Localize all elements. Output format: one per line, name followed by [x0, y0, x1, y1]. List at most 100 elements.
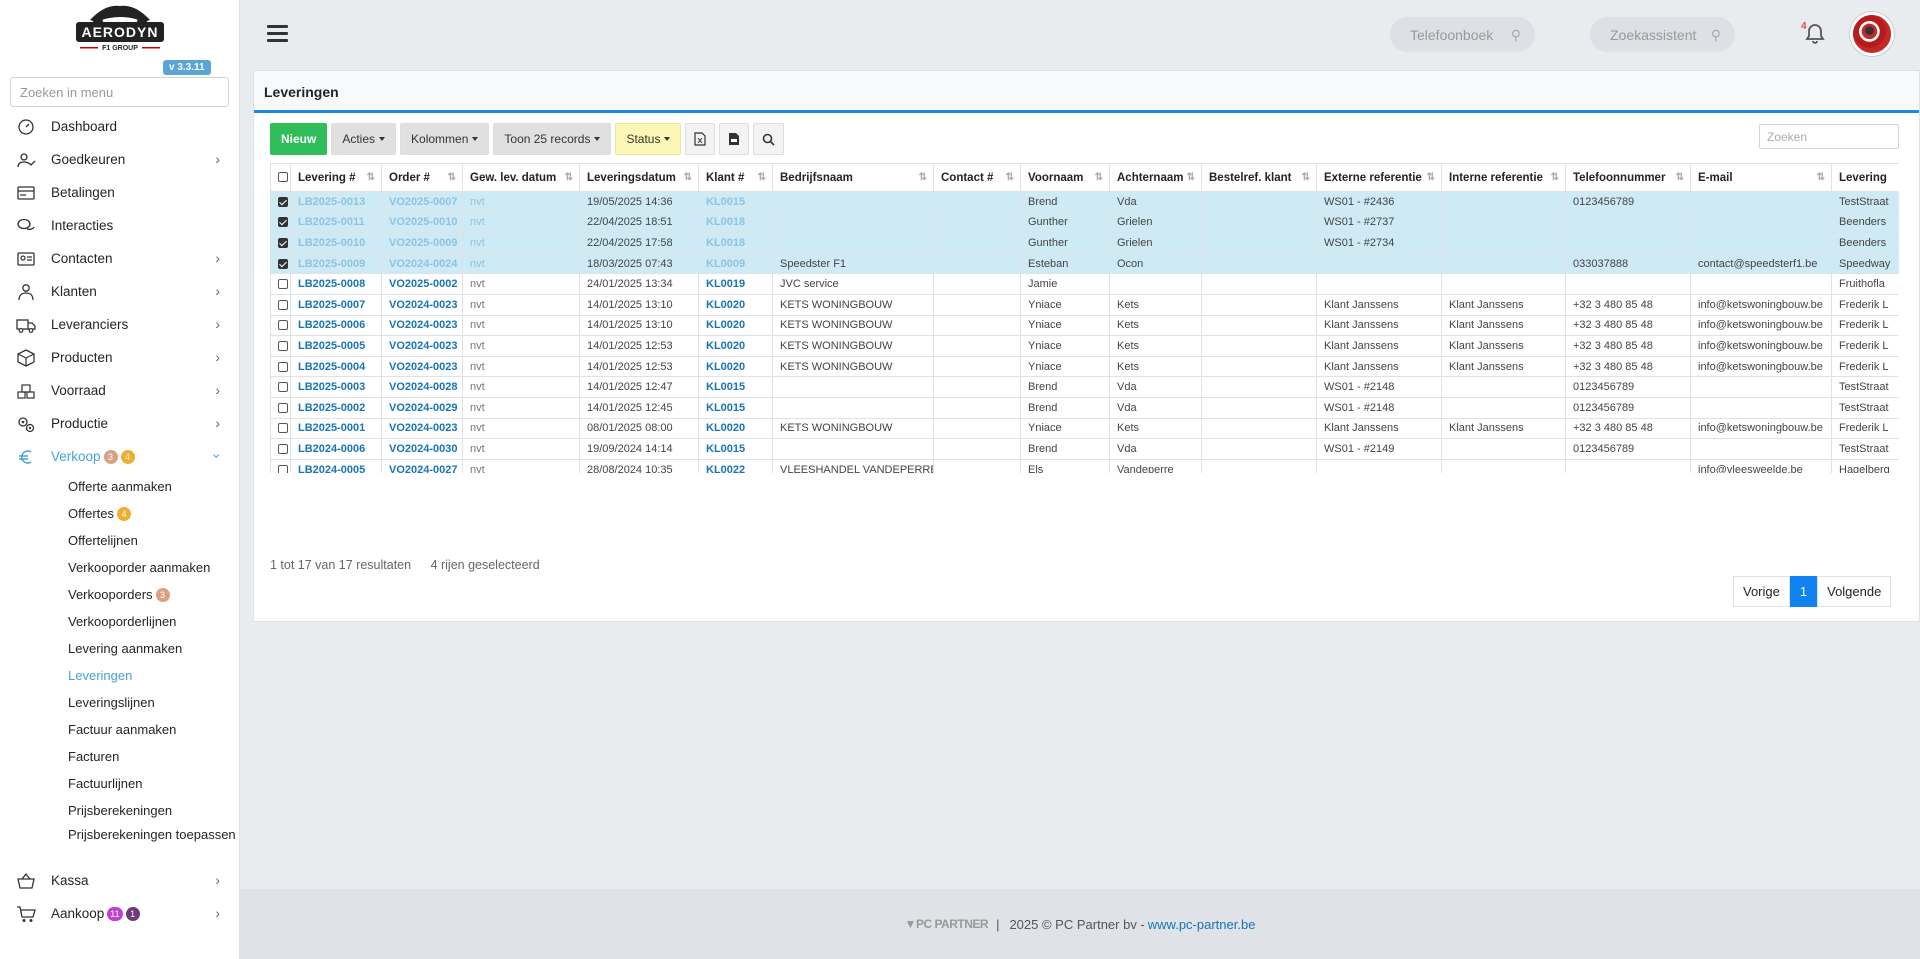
column-header[interactable]: Voornaam ⇅	[1020, 163, 1110, 192]
row-select-cell[interactable]	[270, 273, 291, 295]
pdf-export-button[interactable]	[719, 123, 750, 155]
table-cell[interactable]: VO2024-0023	[381, 417, 463, 440]
table-cell[interactable]: LB2025-0008	[290, 273, 382, 295]
aerodyn-logo[interactable]: AERODYN F1 GROUP	[60, 0, 180, 66]
table-row[interactable]: LB2025-0008 VO2025-0002 nvt 24/01/2025 13:3…	[270, 273, 1899, 295]
column-header[interactable]: Bedrijfsnaam ⇅	[772, 163, 934, 192]
table-cell[interactable]: KL0020	[698, 293, 773, 316]
table-row[interactable]: LB2024-0005 VO2024-0027 nvt 28/08/2024 10:3…	[270, 458, 1899, 473]
footer-link[interactable]: www.pc-partner.be	[1148, 917, 1256, 932]
column-header[interactable]: Levering # ⇅	[290, 163, 382, 192]
table-search-input[interactable]	[1759, 124, 1899, 149]
table-cell[interactable]: LB2025-0011	[290, 211, 382, 234]
sidebar-subitem[interactable]: Verkooporders 3	[0, 581, 240, 608]
table-cell[interactable]: KL0022	[698, 458, 773, 473]
table-cell[interactable]: LB2025-0004	[290, 355, 382, 378]
column-header[interactable]: E-mail ⇅	[1690, 163, 1832, 192]
table-cell[interactable]: LB2024-0005	[290, 458, 382, 473]
page-size-dropdown[interactable]: Toon 25 records	[493, 123, 612, 155]
row-select-cell[interactable]	[270, 417, 291, 440]
row-checkbox[interactable]	[278, 279, 288, 290]
table-cell[interactable]: KL0015	[698, 396, 773, 419]
row-checkbox[interactable]	[278, 320, 288, 331]
sidebar-subitem[interactable]: Leveringen	[0, 662, 240, 689]
sidebar-item-kassa[interactable]: Kassa ›	[0, 864, 240, 897]
table-row[interactable]: LB2025-0003 VO2024-0028 nvt 14/01/2025 12:4…	[270, 376, 1899, 398]
table-cell[interactable]: LB2025-0009	[290, 252, 382, 275]
table-row[interactable]: LB2025-0010 VO2025-0009 nvt 22/04/2025 17:5…	[270, 232, 1899, 254]
table-cell[interactable]: VO2024-0024	[381, 252, 463, 275]
sidebar-item-interacties[interactable]: Interacties	[0, 209, 240, 242]
sidebar-item-producten[interactable]: Producten ›	[0, 341, 240, 374]
new-button[interactable]: Nieuw	[270, 123, 328, 155]
table-cell[interactable]: VO2025-0002	[381, 273, 463, 295]
sidebar-subitem[interactable]: Verkooporder aanmaken	[0, 554, 240, 581]
row-checkbox[interactable]	[278, 217, 288, 228]
sidebar-subitem[interactable]: Factuur aanmaken	[0, 716, 240, 743]
row-checkbox[interactable]	[278, 196, 288, 207]
row-checkbox[interactable]	[278, 258, 288, 269]
table-row[interactable]: LB2025-0006 VO2024-0023 nvt 14/01/2025 13:1…	[270, 314, 1899, 337]
row-checkbox[interactable]	[278, 402, 288, 413]
table-cell[interactable]: VO2025-0009	[381, 232, 463, 254]
table-cell[interactable]: VO2024-0023	[381, 335, 463, 357]
sidebar-item-leveranciers[interactable]: Leveranciers ›	[0, 308, 240, 341]
columns-dropdown[interactable]: Kolommen	[400, 123, 490, 155]
prev-page-button[interactable]: Vorige	[1733, 576, 1790, 607]
row-select-cell[interactable]	[270, 252, 291, 275]
select-all-cell[interactable]	[270, 163, 291, 192]
table-cell[interactable]: KL0009	[698, 252, 773, 275]
sidebar-item-contacten[interactable]: Contacten ›	[0, 242, 240, 275]
sidebar-subitem[interactable]: Prijsberekeningen	[0, 797, 240, 824]
row-select-cell[interactable]	[270, 335, 291, 357]
table-row[interactable]: LB2025-0001 VO2024-0023 nvt 08/01/2025 08:0…	[270, 417, 1899, 440]
sidebar-subitem[interactable]: Offerte aanmaken	[0, 473, 240, 500]
sidebar-subitem[interactable]: Offertelijnen	[0, 527, 240, 554]
avatar[interactable]	[1850, 12, 1894, 56]
page-1-button[interactable]: 1	[1789, 576, 1818, 607]
table-cell[interactable]: LB2025-0001	[290, 417, 382, 440]
table-cell[interactable]: KL0020	[698, 314, 773, 337]
table-row[interactable]: LB2024-0006 VO2024-0030 nvt 19/09/2024 14:1…	[270, 438, 1899, 460]
row-select-cell[interactable]	[270, 232, 291, 254]
sidebar-item-aankoop[interactable]: Aankoop 11 1 ›	[0, 897, 240, 930]
sidebar-item-voorraad[interactable]: Voorraad ›	[0, 374, 240, 407]
sidebar-subitem[interactable]: Leveringslijnen	[0, 689, 240, 716]
sidebar-item-productie[interactable]: Productie ›	[0, 407, 240, 440]
table-row[interactable]: LB2025-0004 VO2024-0023 nvt 14/01/2025 12:5…	[270, 355, 1899, 378]
sidebar-subitem[interactable]: Verkooporderlijnen	[0, 608, 240, 635]
row-select-cell[interactable]	[270, 314, 291, 337]
row-checkbox[interactable]	[278, 444, 288, 455]
table-row[interactable]: LB2025-0002 VO2024-0029 nvt 14/01/2025 12:4…	[270, 396, 1899, 419]
row-checkbox[interactable]	[278, 361, 288, 372]
table-row[interactable]: LB2025-0007 VO2024-0023 nvt 14/01/2025 13:1…	[270, 293, 1899, 316]
column-header[interactable]: Contact # ⇅	[933, 163, 1021, 192]
table-cell[interactable]: LB2025-0006	[290, 314, 382, 337]
table-cell[interactable]: KL0018	[698, 211, 773, 234]
table-cell[interactable]: KL0015	[698, 376, 773, 398]
column-header[interactable]: Leveringsdatum ⇅	[579, 163, 699, 192]
row-checkbox[interactable]	[278, 382, 288, 393]
sidebar-subitem[interactable]: Levering aanmaken	[0, 635, 240, 662]
table-row[interactable]: LB2025-0013 VO2025-0007 nvt 19/05/2025 14:3…	[270, 191, 1899, 213]
table-cell[interactable]: VO2024-0028	[381, 376, 463, 398]
select-all-checkbox[interactable]	[278, 172, 288, 183]
table-cell[interactable]: KL0020	[698, 335, 773, 357]
table-cell[interactable]: VO2024-0023	[381, 314, 463, 337]
table-cell[interactable]: VO2025-0007	[381, 191, 463, 213]
sidebar-item-klanten[interactable]: Klanten ›	[0, 275, 240, 308]
column-header[interactable]: Gew. lev. datum ⇅	[462, 163, 580, 192]
sidebar-subitem[interactable]: Factuurlijnen	[0, 770, 240, 797]
sidebar-item-dashboard[interactable]: Dashboard	[0, 110, 240, 143]
column-header[interactable]: Order # ⇅	[381, 163, 463, 192]
actions-dropdown[interactable]: Acties	[331, 123, 397, 155]
table-row[interactable]: LB2025-0009 VO2024-0024 nvt 18/03/2025 07:4…	[270, 252, 1899, 275]
column-header[interactable]: Achternaam ⇅	[1109, 163, 1202, 192]
column-header[interactable]: Levering⇅	[1831, 163, 1899, 192]
table-cell[interactable]: LB2025-0002	[290, 396, 382, 419]
sidebar-item-betalingen[interactable]: Betalingen	[0, 176, 240, 209]
row-select-cell[interactable]	[270, 458, 291, 473]
table-cell[interactable]: VO2024-0027	[381, 458, 463, 473]
row-select-cell[interactable]	[270, 438, 291, 460]
table-cell[interactable]: KL0018	[698, 232, 773, 254]
